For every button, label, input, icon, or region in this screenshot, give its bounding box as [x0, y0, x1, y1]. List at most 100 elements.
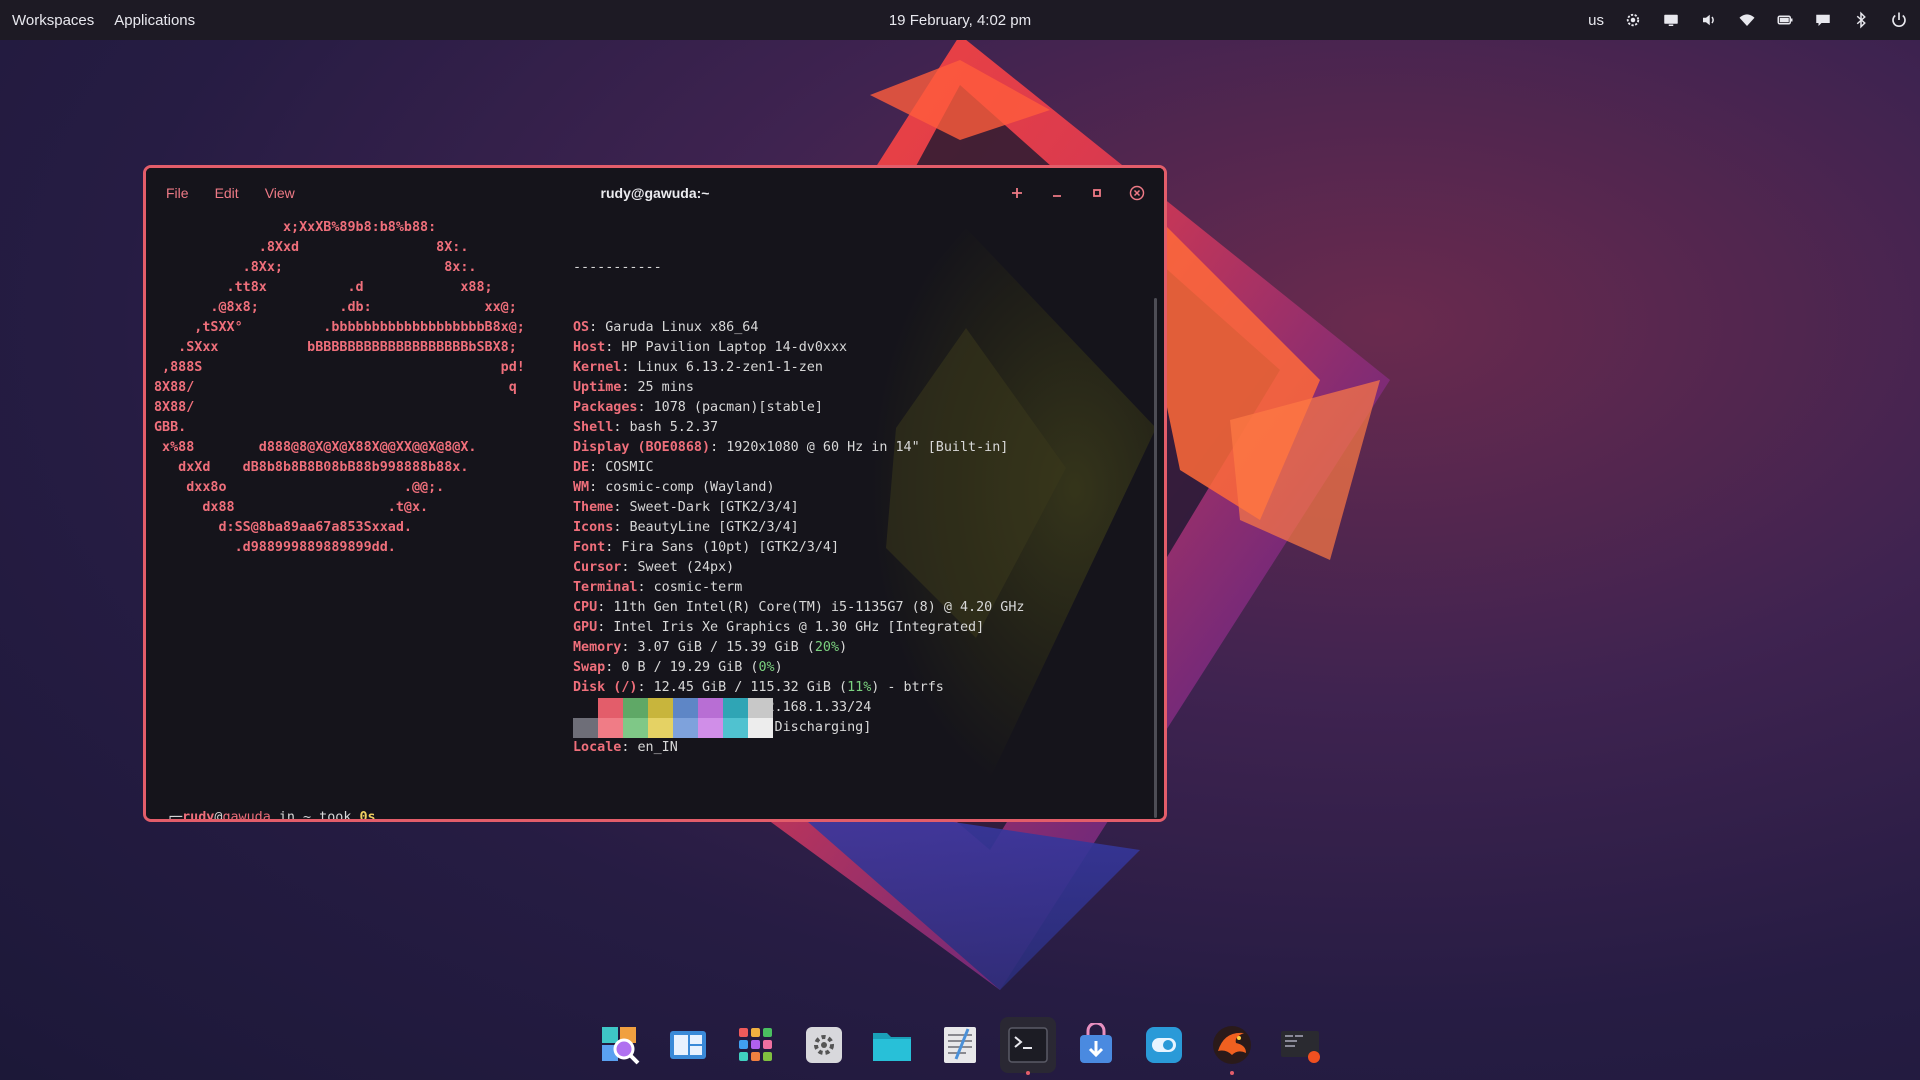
info-separator: ----------- — [573, 260, 662, 275]
terminal-scrollbar[interactable] — [1154, 298, 1157, 818]
palette-swatch — [673, 698, 698, 738]
system-info: ----------- OS: Garuda Linux x86_64 Host:… — [573, 218, 1024, 758]
palette-swatch — [698, 698, 723, 738]
info-key: GPU — [573, 620, 598, 635]
text-editor-icon[interactable] — [932, 1017, 988, 1073]
store-app-icon[interactable] — [1068, 1017, 1124, 1073]
logo-line: dxXd dB8b8b8B8B08bB88b998888b88x. — [154, 460, 469, 475]
info-value: 25 mins — [637, 380, 694, 395]
info-key: Cursor — [573, 560, 622, 575]
logo-line: 8X88/ — [154, 400, 195, 415]
info-key: Font — [573, 540, 606, 555]
info-row: Uptime: 25 mins — [573, 380, 694, 395]
info-value: 0 B / 19.29 GiB ( — [621, 660, 759, 675]
info-value: 12.45 GiB / 115.32 GiB ( — [653, 680, 848, 695]
menu-edit[interactable]: Edit — [215, 185, 239, 201]
info-row: Display (BOE0868): 1920x1080 @ 60 Hz in … — [573, 440, 1009, 455]
info-value: en_IN — [637, 740, 678, 755]
maximize-icon[interactable] — [1088, 184, 1106, 202]
volume-icon[interactable] — [1700, 11, 1718, 29]
palette-swatch — [623, 698, 648, 738]
settings-icon[interactable] — [1624, 11, 1642, 29]
bluetooth-icon[interactable] — [1852, 11, 1870, 29]
info-value: Linux 6.13.2-zen1-1-zen — [637, 360, 823, 375]
close-icon[interactable] — [1128, 184, 1146, 202]
search-app-icon[interactable] — [592, 1017, 648, 1073]
logo-line: x%88 d888@8@X@X@X88X@@XX@@X@8@X. — [154, 440, 477, 455]
terminal-app-icon[interactable] — [1000, 1017, 1056, 1075]
info-percent: 20% — [814, 640, 840, 655]
palette-swatch — [598, 698, 623, 738]
color-palette — [573, 698, 773, 738]
info-row: Locale: en_IN — [573, 740, 678, 755]
workspaces-button[interactable]: Workspaces — [12, 12, 94, 29]
menu-view[interactable]: View — [265, 185, 295, 201]
settings-app-icon[interactable] — [796, 1017, 852, 1073]
info-value: cosmic-comp (Wayland) — [605, 480, 775, 495]
keyboard-layout[interactable]: us — [1588, 12, 1604, 29]
info-key: Locale — [573, 740, 622, 755]
info-row: Font: Fira Sans (10pt) [GTK2/3/4] — [573, 540, 840, 555]
info-suffix: ) — [839, 640, 848, 655]
info-key: Terminal — [573, 580, 638, 595]
info-value: BeautyLine [GTK2/3/4] — [629, 520, 799, 535]
prompt-user: rudy — [182, 810, 215, 822]
info-row: OS: Garuda Linux x86_64 — [573, 320, 759, 335]
wifi-icon[interactable] — [1738, 11, 1756, 29]
garuda-app-icon[interactable] — [1204, 1017, 1260, 1075]
info-key: Display (BOE0868) — [573, 440, 711, 455]
logo-line: .@8x8; .db: xx@; — [154, 300, 517, 315]
toggle-app-icon[interactable] — [1136, 1017, 1192, 1073]
applications-button[interactable]: Applications — [114, 12, 195, 29]
minimize-icon[interactable] — [1048, 184, 1066, 202]
info-value: COSMIC — [605, 460, 654, 475]
top-panel: Workspaces Applications 19 February, 4:0… — [0, 0, 1920, 40]
logo-line: .8Xx; 8x:. — [154, 260, 477, 275]
logo-line: x;XxXB%89b8:b8%b88: — [154, 220, 437, 235]
info-value: Fira Sans (10pt) [GTK2/3/4] — [621, 540, 840, 555]
info-value: Sweet (24px) — [637, 560, 735, 575]
files-app-icon[interactable] — [864, 1017, 920, 1073]
info-value: 1920x1080 @ 60 Hz in 14" [Built-in] — [726, 440, 1009, 455]
info-key: CPU — [573, 600, 598, 615]
info-row: WM: cosmic-comp (Wayland) — [573, 480, 775, 495]
logo-line: dxx8o .@@;. — [154, 480, 445, 495]
info-value: 1078 (pacman)[stable] — [653, 400, 823, 415]
logo-line: GBB. — [154, 420, 187, 435]
logo-line: ,888S pd! — [154, 360, 525, 375]
logo-line: .d988999889889899dd. — [154, 540, 396, 555]
date-time[interactable]: 19 February, 4:02 pm — [889, 12, 1031, 29]
logo-line: .SXxx bBBBBBBBBBBBBBBBBBBBbSBX8; — [154, 340, 517, 355]
display-icon[interactable] — [1662, 11, 1680, 29]
logo-line: ,tSXX° .bbbbbbbbbbbbbbbbbbbB8x@; — [154, 320, 525, 335]
info-key: DE — [573, 460, 590, 475]
info-value: HP Pavilion Laptop 14-dv0xxx — [621, 340, 848, 355]
terminal-titlebar: File Edit View rudy@gawuda:~ — [146, 168, 1164, 218]
logo-line: .tt8x .d x88; — [154, 280, 493, 295]
system-monitor-icon[interactable] — [1272, 1017, 1328, 1073]
power-icon[interactable] — [1890, 11, 1908, 29]
running-indicator — [1230, 1071, 1234, 1075]
info-row: Cursor: Sweet (24px) — [573, 560, 735, 575]
info-key: Icons — [573, 520, 614, 535]
shell-prompt[interactable]: ┌─rudy@gawuda in ~ took 0s └─λ — [166, 768, 376, 822]
info-suffix: [Discharging] — [758, 720, 872, 735]
prompt-dir: in ~ took — [270, 810, 360, 822]
menu-file[interactable]: File — [166, 185, 189, 201]
info-row: Shell: bash 5.2.37 — [573, 420, 719, 435]
palette-swatch — [748, 698, 773, 738]
palette-swatch — [573, 698, 598, 738]
notifications-icon[interactable] — [1814, 11, 1832, 29]
info-value: Intel Iris Xe Graphics @ 1.30 GHz [Integ… — [613, 620, 985, 635]
info-value: 11th Gen Intel(R) Core(TM) i5-1135G7 (8)… — [613, 600, 1025, 615]
info-value: cosmic-term — [653, 580, 743, 595]
app-library-icon[interactable] — [728, 1017, 784, 1073]
new-tab-icon[interactable] — [1008, 184, 1026, 202]
battery-icon[interactable] — [1776, 11, 1794, 29]
info-value: bash 5.2.37 — [629, 420, 719, 435]
info-percent: 0% — [758, 660, 775, 675]
info-row: Icons: BeautyLine [GTK2/3/4] — [573, 520, 799, 535]
workspaces-app-icon[interactable] — [660, 1017, 716, 1073]
info-row: Disk (/): 12.45 GiB / 115.32 GiB (11%) -… — [573, 680, 944, 695]
running-indicator — [1026, 1071, 1030, 1075]
